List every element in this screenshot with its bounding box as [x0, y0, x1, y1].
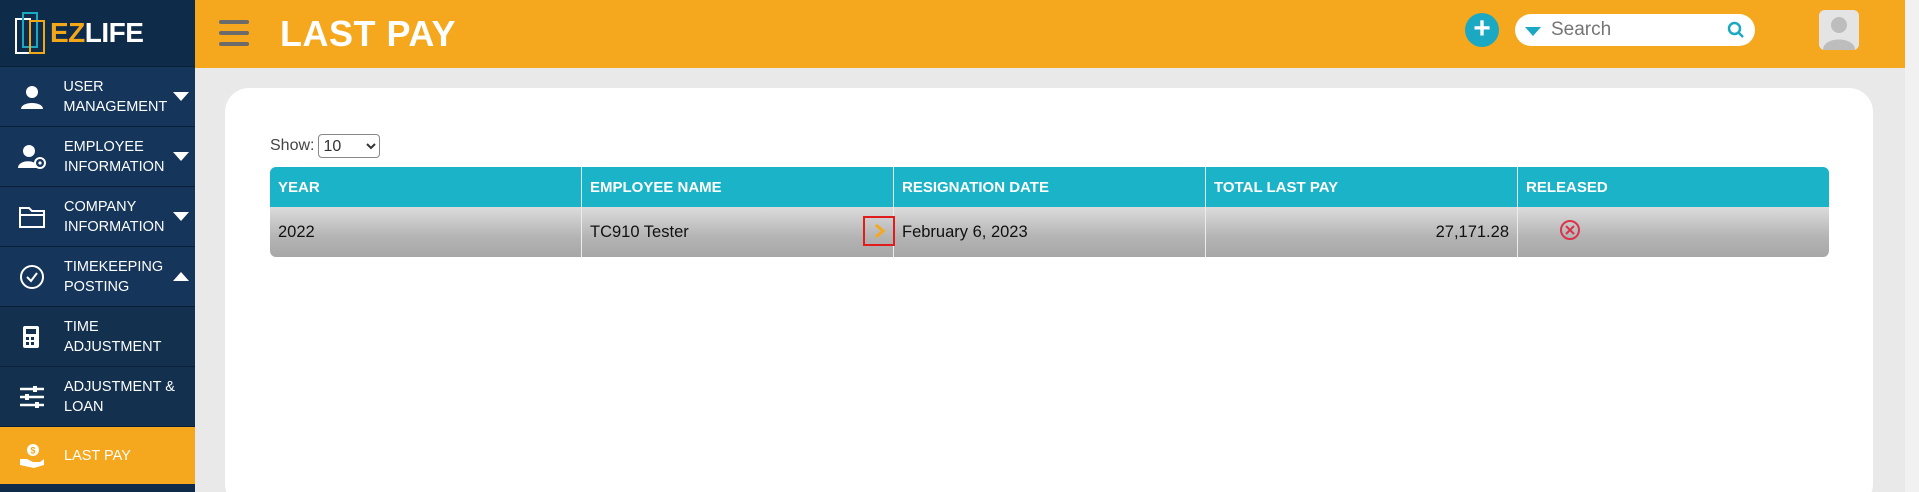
sidebar-item-user-management[interactable]: USER MANAGEMENT — [0, 66, 195, 126]
page-scrollbar[interactable] — [1905, 0, 1919, 492]
row-expand-button[interactable] — [863, 216, 895, 246]
user-avatar-icon — [1819, 10, 1859, 50]
page-size-select[interactable]: 10 — [318, 134, 381, 158]
sidebar-item-timekeeping-posting[interactable]: TIMEKEEPING POSTING — [0, 246, 195, 306]
chevron-up-icon — [173, 271, 189, 281]
chevron-down-icon — [173, 211, 189, 221]
folder-icon — [19, 206, 45, 228]
sliders-icon — [20, 385, 44, 408]
column-header-employee-name[interactable]: EMPLOYEE NAME — [582, 167, 894, 207]
column-header-total-last-pay[interactable]: TOTAL LAST PAY — [1206, 167, 1518, 207]
column-header-released[interactable]: RELEASED — [1518, 167, 1829, 207]
search-input[interactable] — [1551, 19, 1721, 41]
show-label: Show: — [270, 137, 315, 154]
content-card: Show: 10 YEAR EMPLOYEE NAME RESIGNATION … — [225, 88, 1873, 492]
employee-name-text: TC910 Tester — [590, 222, 689, 241]
svg-text:$: $ — [30, 445, 35, 455]
cell-employee-name: TC910 Tester — [582, 207, 895, 257]
chevron-down-icon — [173, 151, 189, 161]
sidebar-item-label: TIME ADJUSTMENT — [64, 318, 162, 355]
search-box — [1515, 14, 1755, 46]
sidebar: EZLIFE USER MANAGEMENT EMPLOYEE INFORMAT… — [0, 0, 195, 492]
user-gear-icon — [18, 144, 46, 169]
chevron-down-icon — [173, 91, 190, 101]
cell-released — [1518, 207, 1829, 257]
money-hand-icon: $ — [20, 443, 44, 468]
sidebar-footer — [0, 486, 195, 492]
search-icon[interactable] — [1727, 21, 1745, 39]
sidebar-item-employee-information[interactable]: EMPLOYEE INFORMATION — [0, 126, 195, 186]
calculator-icon — [23, 325, 39, 348]
logo-mark-icon — [15, 12, 45, 54]
search-filter-dropdown-icon[interactable] — [1525, 27, 1541, 36]
last-pay-table: YEAR EMPLOYEE NAME RESIGNATION DATE TOTA… — [270, 167, 1829, 257]
avatar[interactable] — [1819, 10, 1859, 50]
chevron-right-icon — [875, 224, 885, 238]
top-bar: LAST PAY + — [195, 0, 1905, 68]
sidebar-item-label: EMPLOYEE INFORMATION — [64, 138, 165, 175]
sidebar-item-time-adjustment[interactable]: TIME ADJUSTMENT — [0, 306, 195, 366]
sidebar-item-label: LAST PAY — [64, 447, 131, 464]
page-title: LAST PAY — [280, 13, 457, 54]
sidebar-item-company-information[interactable]: COMPANY INFORMATION — [0, 186, 195, 246]
sidebar-item-label: TIMEKEEPING POSTING — [64, 258, 164, 295]
sidebar-item-label: ADJUSTMENT & LOAN — [64, 378, 175, 415]
logo-text: EZLIFE — [50, 17, 144, 48]
column-header-year[interactable]: YEAR — [270, 167, 582, 207]
sidebar-item-label: COMPANY INFORMATION — [64, 198, 165, 235]
plus-icon: + — [1473, 12, 1491, 45]
sidebar-item-last-pay[interactable]: $ LAST PAY — [0, 426, 195, 484]
table-row[interactable]: 2022 TC910 Tester February 6, 2023 27,17… — [270, 207, 1829, 257]
sidebar-item-adjustment-loan[interactable]: ADJUSTMENT & LOAN — [0, 366, 195, 426]
user-icon — [20, 85, 43, 109]
not-released-x-icon[interactable] — [1559, 219, 1581, 241]
column-header-resignation-date[interactable]: RESIGNATION DATE — [894, 167, 1206, 207]
check-circle-icon — [20, 264, 44, 289]
page-size-control: Show: 10 — [270, 134, 381, 158]
cell-year: 2022 — [270, 207, 582, 257]
app-logo[interactable]: EZLIFE — [0, 0, 195, 66]
sidebar-item-label: USER MANAGEMENT — [63, 78, 168, 115]
cell-resignation-date: February 6, 2023 — [894, 207, 1206, 257]
cell-total-last-pay: 27,171.28 — [1206, 207, 1518, 257]
add-button[interactable]: + — [1465, 13, 1499, 47]
table-header: YEAR EMPLOYEE NAME RESIGNATION DATE TOTA… — [270, 167, 1829, 207]
menu-toggle-icon[interactable] — [219, 20, 249, 46]
